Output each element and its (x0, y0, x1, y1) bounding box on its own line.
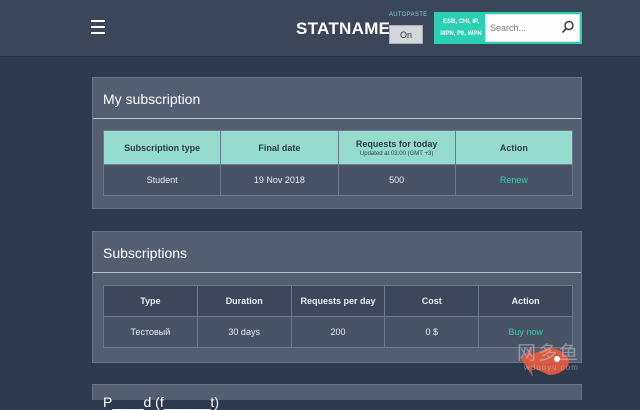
my-subscription-title: My subscription (103, 91, 201, 107)
search-icon[interactable] (561, 20, 575, 34)
third-panel-title: P____d (f______t) (103, 394, 219, 410)
column-header: Requests for today Updated at 03:00 (GMT… (337, 130, 456, 165)
table-cell: Renew (454, 164, 574, 196)
search-types-line-2: MPN, P6, WPN (440, 31, 482, 37)
table-cell: Student (102, 164, 222, 196)
my-subscription-panel: My subscription Subscription type Final … (92, 77, 582, 209)
column-header: Type (103, 285, 198, 317)
subscriptions-title: Subscriptions (103, 245, 188, 261)
watermark-url: wduoyu.com (524, 363, 579, 372)
divider (93, 272, 581, 273)
table-header-row: Subscription type Final date Requests fo… (102, 130, 574, 165)
column-header: Duration (196, 285, 292, 317)
requests-updated-note: Updated at 03:00 (GMT +3) (359, 150, 434, 157)
renew-link[interactable]: Renew (500, 175, 528, 185)
table-cell: 500 (337, 164, 456, 196)
table-cell: 19 Nov 2018 (220, 164, 339, 196)
table-row: Student 19 Nov 2018 500 Renew (102, 164, 574, 196)
table-header-row: Type Duration Requests per day Cost Acti… (103, 285, 573, 317)
column-header: Final date (220, 130, 339, 165)
third-panel: P____d (f______t) (92, 384, 582, 410)
column-header: Subscription type (102, 130, 222, 165)
column-header: Action (478, 285, 573, 317)
column-header: Cost (384, 285, 480, 317)
search-box: ESB, CHI, IP, MPN, P6, WPN (434, 12, 582, 44)
autopaste-label: AUTOPASTE (389, 12, 428, 18)
divider (93, 118, 581, 119)
search-types-label: ESB, CHI, IP, MPN, P6, WPN (437, 16, 485, 40)
table-cell: Тестовый (103, 316, 198, 348)
table-cell: 200 (290, 316, 386, 348)
search-types-line-1: ESB, CHI, IP, (443, 19, 479, 25)
menu-icon[interactable] (91, 20, 105, 34)
top-bar: STATNAME AUTOPASTE On ESB, CHI, IP, MPN,… (0, 0, 640, 57)
column-header-label: Requests for today (355, 138, 438, 149)
watermark-text: 网多鱼 (517, 343, 581, 364)
column-header: Action (454, 130, 574, 165)
my-subscription-table: Subscription type Final date Requests fo… (102, 130, 574, 196)
autopaste-toggle[interactable]: On (389, 25, 423, 44)
column-header: Requests per day (290, 285, 386, 317)
brand-title: STATNAME (296, 19, 391, 38)
table-cell: 30 days (196, 316, 292, 348)
